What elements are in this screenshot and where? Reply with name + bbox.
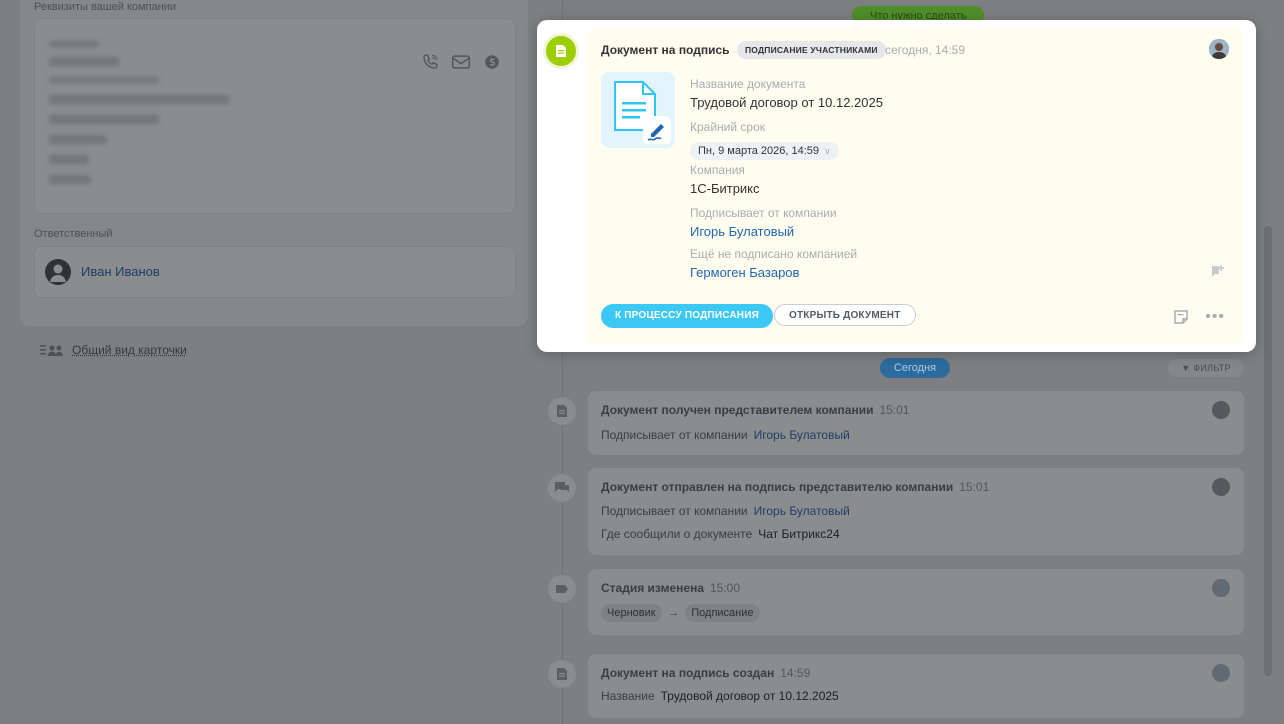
chevron-down-icon: ∨ xyxy=(824,146,831,156)
contact-icons xyxy=(421,53,501,71)
stage-change: Черновик → Подписание xyxy=(601,604,760,622)
deadline-label: Крайний срок xyxy=(690,120,766,134)
chat-icon xyxy=(548,474,576,502)
responsible-name[interactable]: Иван Иванов xyxy=(81,264,160,279)
item-title: Документ отправлен на подпись представит… xyxy=(601,480,989,494)
user-avatar-icon[interactable] xyxy=(1212,579,1230,597)
signer-link[interactable]: Игорь Булатовый xyxy=(754,428,850,442)
row-value: Чат Битрикс24 xyxy=(758,527,840,541)
pin-icon[interactable] xyxy=(1209,264,1225,285)
document-thumbnail[interactable] xyxy=(601,72,675,148)
item-title-text: Документ получен представителем компании xyxy=(601,403,874,417)
filter-label: ФИЛЬТР xyxy=(1193,363,1231,373)
item-title: Документ получен представителем компании… xyxy=(601,403,909,417)
signer-link[interactable]: Игорь Булатовый xyxy=(690,224,794,239)
more-icon[interactable]: ••• xyxy=(1205,309,1225,325)
not-signed-label: Ещё не подписано компанией xyxy=(690,247,858,261)
row-label: Название xyxy=(601,689,655,703)
user-avatar-icon xyxy=(45,259,71,285)
item-title-text: Стадия изменена xyxy=(601,581,704,595)
user-avatar-icon[interactable] xyxy=(1212,478,1230,496)
timeline-item-received: Документ получен представителем компании… xyxy=(588,391,1244,455)
signer-label: Подписывает от компании xyxy=(690,206,837,220)
tag-icon xyxy=(548,575,576,603)
user-avatar-icon[interactable] xyxy=(1212,664,1230,682)
blurred-text xyxy=(49,57,119,66)
doc-name-value: Трудовой договор от 10.12.2025 xyxy=(690,95,883,110)
item-row: Подписывает от компании Игорь Булатовый xyxy=(601,504,850,518)
stage-arrow: → xyxy=(667,607,679,619)
mail-icon[interactable] xyxy=(451,53,471,71)
blurred-text xyxy=(49,115,159,124)
note-icon[interactable] xyxy=(1173,309,1189,330)
document-icon xyxy=(548,660,576,688)
document-icon xyxy=(548,397,576,425)
company-details-box xyxy=(34,18,516,214)
skype-icon[interactable] xyxy=(483,53,501,71)
row-value: Трудовой договор от 10.12.2025 xyxy=(660,689,839,703)
card-view-link[interactable]: Общий вид карточки xyxy=(40,343,187,357)
item-time: 15:00 xyxy=(709,581,741,595)
stage-to: Подписание xyxy=(685,604,760,622)
row-label: Где сообщили о документе xyxy=(601,527,753,541)
item-time: 14:59 xyxy=(780,666,811,680)
row-label: Подписывает от компании xyxy=(601,428,748,442)
document-icon xyxy=(546,36,576,66)
item-row: Где сообщили о документе Чат Битрикс24 xyxy=(601,527,840,541)
blurred-text xyxy=(49,95,229,104)
doc-name-label: Название документа xyxy=(690,77,806,91)
blurred-text xyxy=(49,135,107,144)
document-card: Документ на подпись ПОДПИСАНИЕ УЧАСТНИКА… xyxy=(587,28,1243,344)
users-list-icon xyxy=(40,345,63,356)
row-label: Подписывает от компании xyxy=(601,504,748,518)
item-time: 15:01 xyxy=(879,403,910,417)
document-popup: Документ на подпись ПОДПИСАНИЕ УЧАСТНИКА… xyxy=(537,20,1256,352)
item-row: Подписывает от компании Игорь Булатовый xyxy=(601,428,850,442)
user-avatar-icon[interactable] xyxy=(1212,401,1230,419)
card-view-label: Общий вид карточки xyxy=(72,343,187,357)
signer-link[interactable]: Игорь Булатовый xyxy=(754,504,850,518)
item-title: Стадия изменена 15:00 xyxy=(601,581,740,595)
deadline-dropdown[interactable]: Пн, 9 марта 2026, 14:59 ∨ xyxy=(690,142,839,160)
signing-process-button[interactable]: К ПРОЦЕССУ ПОДПИСАНИЯ xyxy=(601,304,773,328)
item-row: Название Трудовой договор от 10.12.2025 xyxy=(601,689,839,703)
item-title-text: Документ отправлен на подпись представит… xyxy=(601,480,954,494)
item-title: Документ на подпись создан 14:59 xyxy=(601,666,810,680)
status-badge: ПОДПИСАНИЕ УЧАСТНИКАМИ xyxy=(737,41,886,59)
scrollbar[interactable] xyxy=(1264,226,1272,676)
item-time: 15:01 xyxy=(959,480,990,494)
deadline-value: Пн, 9 марта 2026, 14:59 xyxy=(698,145,820,157)
timeline-item-sent: Документ отправлен на подпись представит… xyxy=(588,468,1244,555)
blurred-text xyxy=(49,155,89,164)
today-pill: Сегодня xyxy=(880,358,950,378)
responsible-box[interactable]: Иван Иванов xyxy=(34,246,516,298)
timeline-item-created: Документ на подпись создан 14:59 Название… xyxy=(588,654,1244,718)
company-value: 1С-Битрикс xyxy=(690,181,760,196)
not-signed-link[interactable]: Гермоген Базаров xyxy=(690,265,799,280)
responsible-label: Ответственный xyxy=(34,228,113,240)
item-title-text: Документ на подпись создан xyxy=(601,666,775,680)
timeline-item-stage: Стадия изменена 15:00 Черновик → Подписан… xyxy=(588,569,1244,635)
filter-icon: ▼ xyxy=(1181,363,1191,373)
popup-title: Документ на подпись xyxy=(601,43,730,57)
blurred-text xyxy=(49,41,99,47)
blurred-text xyxy=(49,77,159,83)
filter-button[interactable]: ▼ ФИЛЬТР xyxy=(1168,359,1244,377)
open-document-button[interactable]: ОТКРЫТЬ ДОКУМЕНТ xyxy=(774,304,916,326)
company-details-label: Реквизиты вашей компании xyxy=(34,1,176,13)
company-label: Компания xyxy=(690,163,745,177)
popup-time: сегодня, 14:59 xyxy=(885,43,966,57)
blurred-text xyxy=(49,175,91,184)
user-avatar-icon[interactable] xyxy=(1209,39,1229,59)
stage-from: Черновик xyxy=(601,604,662,622)
phone-icon[interactable] xyxy=(421,53,439,71)
